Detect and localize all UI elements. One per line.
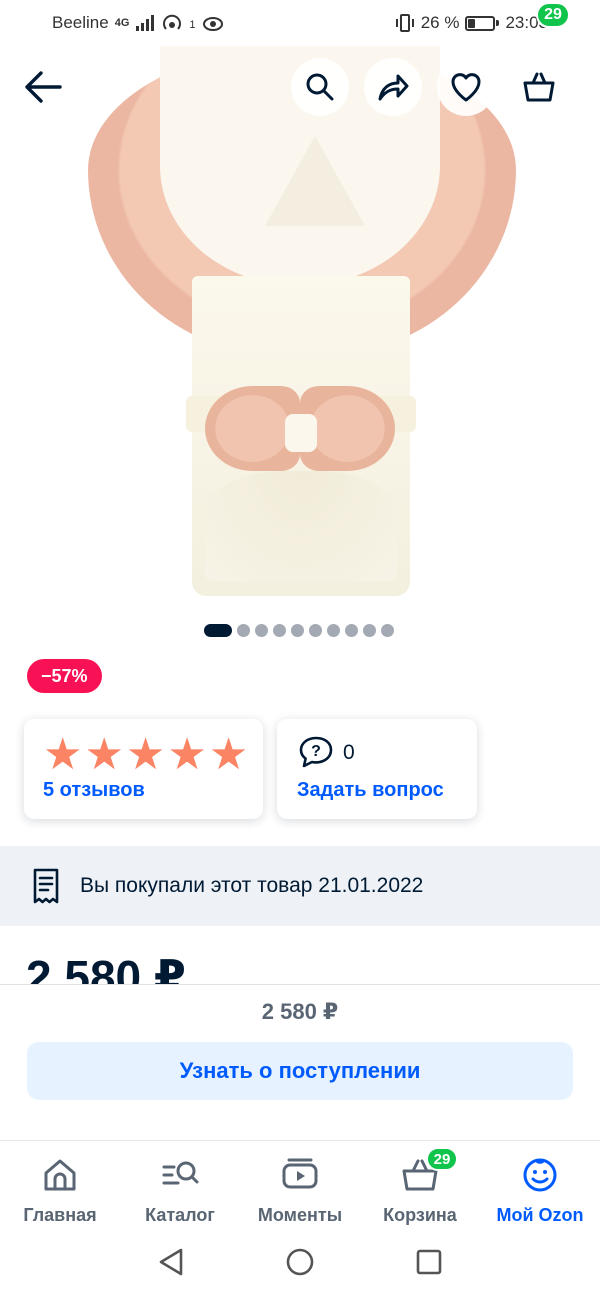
pagination-dot[interactable]	[273, 624, 286, 637]
search-button[interactable]	[291, 58, 349, 116]
nav-item-cart[interactable]: 29 Корзина	[360, 1141, 480, 1230]
pagination-dot[interactable]	[255, 624, 268, 637]
star-icon: ★	[208, 730, 249, 779]
notification-count: 1	[189, 19, 196, 31]
receipt-icon	[33, 868, 59, 904]
star-icon: ★	[167, 730, 207, 779]
cart-icon	[523, 72, 555, 102]
svg-text:?: ?	[311, 743, 321, 760]
nav-label-my-ozon: Мой Ozon	[496, 1205, 584, 1225]
purchased-text: Вы покупали этот товар 21.01.2022	[80, 874, 424, 897]
back-button[interactable]	[14, 58, 72, 116]
notify-on-arrival-button[interactable]: Узнать о поступлении	[27, 1042, 573, 1100]
nav-item-moments[interactable]: Моменты	[240, 1141, 360, 1230]
battery-tip	[496, 20, 500, 26]
pagination-dot[interactable]	[291, 624, 304, 637]
status-right: 26 % 23:03	[395, 13, 548, 33]
system-navigation	[0, 1230, 600, 1299]
home-icon	[40, 1155, 80, 1195]
system-recents-button[interactable]	[415, 1248, 443, 1281]
product-header	[0, 58, 600, 118]
star-icon: ★	[84, 730, 124, 779]
questions-count: 0	[343, 741, 355, 764]
pagination-dot[interactable]	[309, 624, 322, 637]
eye-icon	[202, 17, 223, 31]
nav-label-home: Главная	[23, 1205, 97, 1225]
system-back-button[interactable]	[157, 1247, 185, 1282]
pagination-dot-active[interactable]	[204, 624, 232, 637]
signal-icon	[136, 15, 155, 31]
sticky-price: 2 580 ₽	[261, 999, 339, 1024]
nav-label-moments: Моменты	[257, 1205, 343, 1225]
nav-item-catalog[interactable]: Каталог	[120, 1141, 240, 1230]
bottom-navigation: Главная Каталог Моменты 29 Корзина Мой O…	[0, 1140, 600, 1230]
product-image-fold	[265, 136, 365, 226]
system-home-button[interactable]	[285, 1247, 315, 1282]
nav-label-catalog: Каталог	[145, 1205, 215, 1225]
nav-item-home[interactable]: Главная	[0, 1141, 120, 1230]
product-image-bottom-fold	[205, 471, 397, 581]
hotspot-icon	[163, 14, 182, 30]
price-section: 2 580 ₽	[0, 940, 600, 984]
heart-icon	[451, 73, 481, 102]
square-recents-icon	[416, 1249, 442, 1275]
nav-cart-badge: 29	[426, 1147, 458, 1171]
pagination-dot[interactable]	[345, 624, 358, 637]
rating-stars: ★ ★ ★ ★ ★	[43, 733, 248, 777]
purchased-banner[interactable]: Вы покупали этот товар 21.01.2022	[0, 846, 600, 926]
cart-button[interactable]	[510, 58, 568, 116]
search-icon	[306, 73, 334, 101]
nav-item-my-ozon[interactable]: Мой Ozon	[480, 1141, 600, 1230]
carrier-name: Beeline	[52, 13, 109, 32]
star-icon: ★	[125, 730, 166, 779]
status-left: Beeline 4G 1	[52, 13, 224, 33]
arrow-left-icon	[25, 71, 62, 103]
favorite-button[interactable]	[437, 58, 495, 116]
pagination-dot[interactable]	[237, 624, 250, 637]
product-image-gallery[interactable]	[0, 46, 600, 606]
pagination-dot[interactable]	[327, 624, 340, 637]
pagination-dot[interactable]	[363, 624, 376, 637]
question-bubble-icon: ?	[299, 736, 333, 768]
rating-card[interactable]: ★ ★ ★ ★ ★ 5 отзывов	[24, 719, 263, 819]
reviews-link[interactable]: 5 отзывов	[43, 779, 145, 802]
cart-count-badge: 29	[536, 2, 570, 28]
discount-badge: −57%	[27, 659, 102, 693]
catalog-search-icon	[160, 1155, 200, 1195]
product-image-bow-knot	[285, 414, 317, 452]
sticky-action-bar: 2 580 ₽ Узнать о поступлении	[0, 984, 600, 1140]
share-icon	[378, 74, 409, 101]
ask-question-link[interactable]: Задать вопрос	[297, 779, 444, 802]
battery-icon	[465, 15, 496, 31]
gallery-pagination	[204, 624, 394, 637]
pagination-dot[interactable]	[381, 624, 394, 637]
circle-home-icon	[286, 1248, 314, 1276]
battery-percent: 26 %	[420, 13, 460, 32]
status-bar: Beeline 4G 1 26 % 23:03	[0, 0, 600, 46]
product-price: 2 580 ₽	[26, 951, 186, 984]
network-type: 4G	[114, 16, 130, 29]
vibrate-icon	[395, 14, 414, 32]
smile-icon	[520, 1155, 560, 1195]
share-button[interactable]	[364, 58, 422, 116]
nav-label-cart: Корзина	[383, 1205, 457, 1225]
moments-play-icon	[280, 1155, 320, 1195]
questions-card[interactable]: ? 0 Задать вопрос	[277, 719, 477, 819]
triangle-back-icon	[159, 1248, 183, 1276]
star-icon: ★	[43, 730, 83, 779]
